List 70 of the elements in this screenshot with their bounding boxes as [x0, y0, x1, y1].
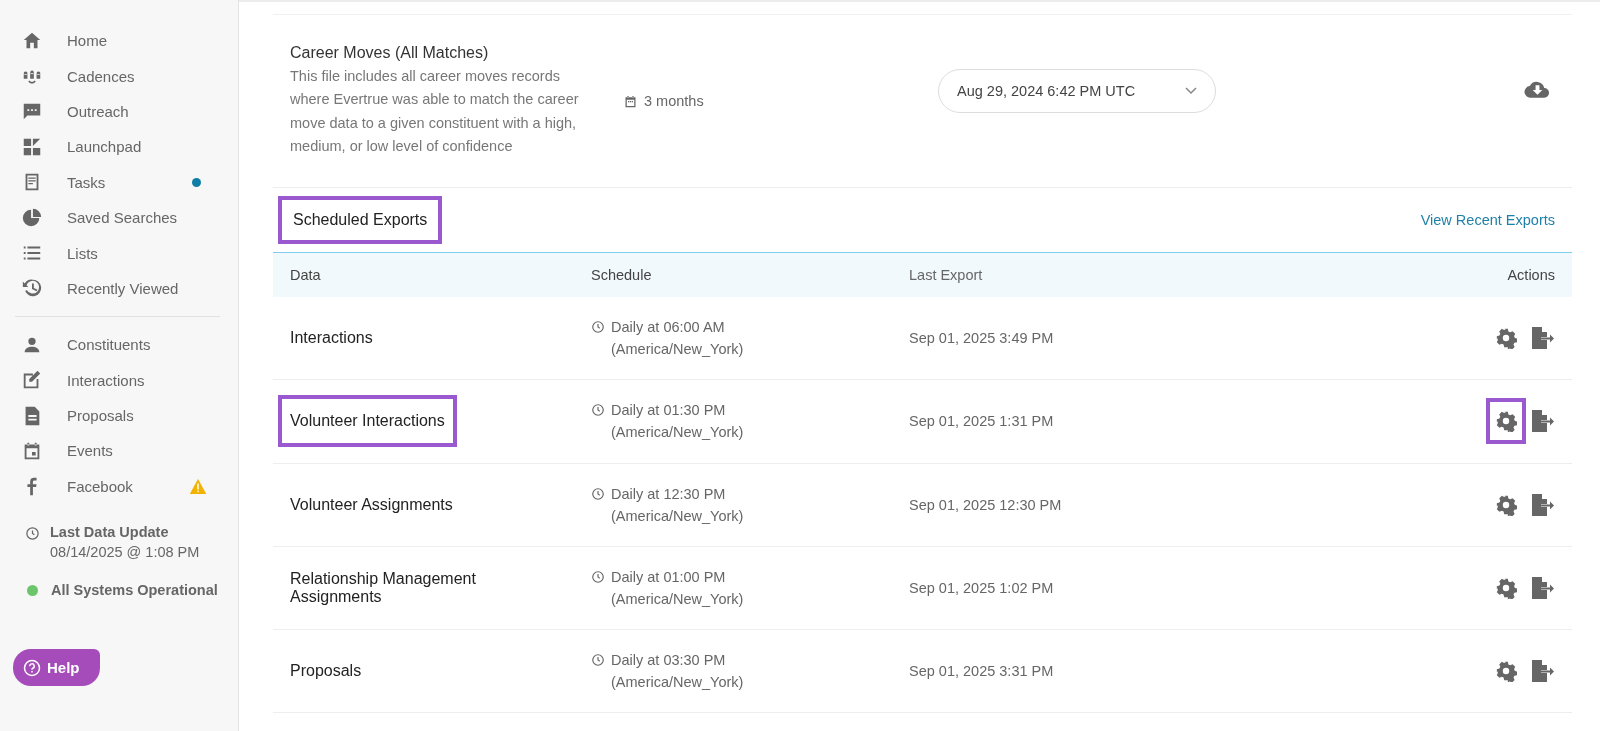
clock-icon: [591, 653, 605, 668]
clock-icon: [591, 486, 605, 501]
nav-item[interactable]: Facebook: [0, 468, 238, 505]
settings-icon: [1495, 327, 1517, 350]
column-header: Actions: [1506, 267, 1556, 283]
file-export-icon[interactable]: [1529, 326, 1555, 351]
export-name: Volunteer Assignments: [289, 494, 454, 515]
schedule-time: Daily at 06:00 AM: [611, 318, 726, 338]
pie-chart-icon: [21, 206, 43, 229]
clock-icon: [25, 526, 40, 542]
settings-icon: [1495, 493, 1517, 516]
export-name: Interactions: [289, 328, 374, 349]
calendar-icon: [623, 93, 638, 109]
last-export-time: Sep 01, 2025 1:02 PM: [909, 580, 1054, 597]
schedule-time: Daily at 03:30 PM: [611, 651, 727, 671]
nav-item[interactable]: Saved Searches: [0, 199, 238, 236]
schedule-timezone: (America/New_York): [611, 340, 744, 360]
version-dropdown[interactable]: Aug 29, 2024 6:42 PM UTC: [938, 69, 1216, 113]
section-title: Scheduled Exports: [278, 196, 443, 244]
chevron-down-icon: [1185, 87, 1197, 95]
nav-item[interactable]: Tasks: [0, 164, 238, 200]
nav-item[interactable]: Constituents: [0, 327, 238, 363]
nav-item[interactable]: Cadences: [0, 58, 238, 94]
schedule-time: Daily at 01:30 PM: [611, 401, 727, 421]
column-header: Data: [289, 267, 322, 283]
schedule-timezone: (America/New_York): [611, 506, 744, 526]
file-description: This file includes all career moves records where Evertrue was able to match the career move data to a given constituent with a high, medium, or low level of confidence: [290, 66, 580, 156]
file-export-icon[interactable]: [1529, 576, 1555, 601]
file-export-icon[interactable]: [1529, 409, 1555, 434]
schedule-timezone: (America/New_York): [611, 590, 744, 610]
schedule-time: Daily at 12:30 PM: [611, 484, 727, 504]
column-header: Schedule: [591, 267, 653, 283]
system-status: All Systems Operational: [51, 582, 218, 599]
nav-item[interactable]: Interactions: [0, 362, 238, 398]
cloud-download-icon[interactable]: [1524, 79, 1551, 99]
last-export-time: Sep 01, 2025 1:31 PM: [909, 413, 1054, 430]
column-header: Last Export: [909, 267, 984, 283]
help-button[interactable]: Help: [13, 649, 100, 687]
schedule-timezone: (America/New_York): [611, 673, 744, 693]
nav-item[interactable]: Proposals: [0, 397, 238, 434]
settings-icon: [1495, 577, 1517, 600]
export-name: Volunteer Interactions: [278, 395, 457, 448]
export-name: Relationship Management Assignments: [289, 569, 477, 608]
file-export-icon[interactable]: [1529, 492, 1555, 517]
clock-icon: [591, 403, 605, 418]
last-export-time: Sep 01, 2025 12:30 PM: [909, 496, 1062, 513]
view-recent-exports-link[interactable]: View Recent Exports: [1420, 212, 1555, 228]
last-update-value: 08/14/2025 @ 1:08 PM: [50, 544, 200, 561]
clock-icon: [591, 320, 605, 335]
warning-icon: [189, 477, 207, 495]
period-label: 3 months: [644, 93, 704, 109]
last-update-title: Last Data Update: [50, 524, 170, 541]
schedule-time: Daily at 01:00 PM: [611, 568, 727, 588]
question-icon: [23, 658, 41, 677]
nav-item[interactable]: Events: [0, 433, 238, 469]
settings-icon: [1495, 660, 1517, 683]
nav-item[interactable]: Launchpad: [0, 129, 238, 165]
nav-item[interactable]: Lists: [0, 235, 238, 271]
last-export-time: Sep 01, 2025 3:49 PM: [909, 330, 1054, 347]
last-export-time: Sep 01, 2025 3:31 PM: [909, 663, 1054, 680]
export-name: Proposals: [289, 661, 363, 682]
nav-item[interactable]: Outreach: [0, 93, 238, 130]
schedule-timezone: (America/New_York): [611, 423, 744, 443]
file-title: Career Moves (All Matches): [290, 43, 490, 62]
clock-icon: [591, 570, 605, 585]
settings-icon: [1495, 410, 1517, 433]
nav-item[interactable]: Recently Viewed: [0, 270, 238, 307]
file-export-icon[interactable]: [1529, 659, 1555, 684]
settings-button[interactable]: [1486, 398, 1526, 445]
nav-item[interactable]: Home: [0, 23, 238, 59]
